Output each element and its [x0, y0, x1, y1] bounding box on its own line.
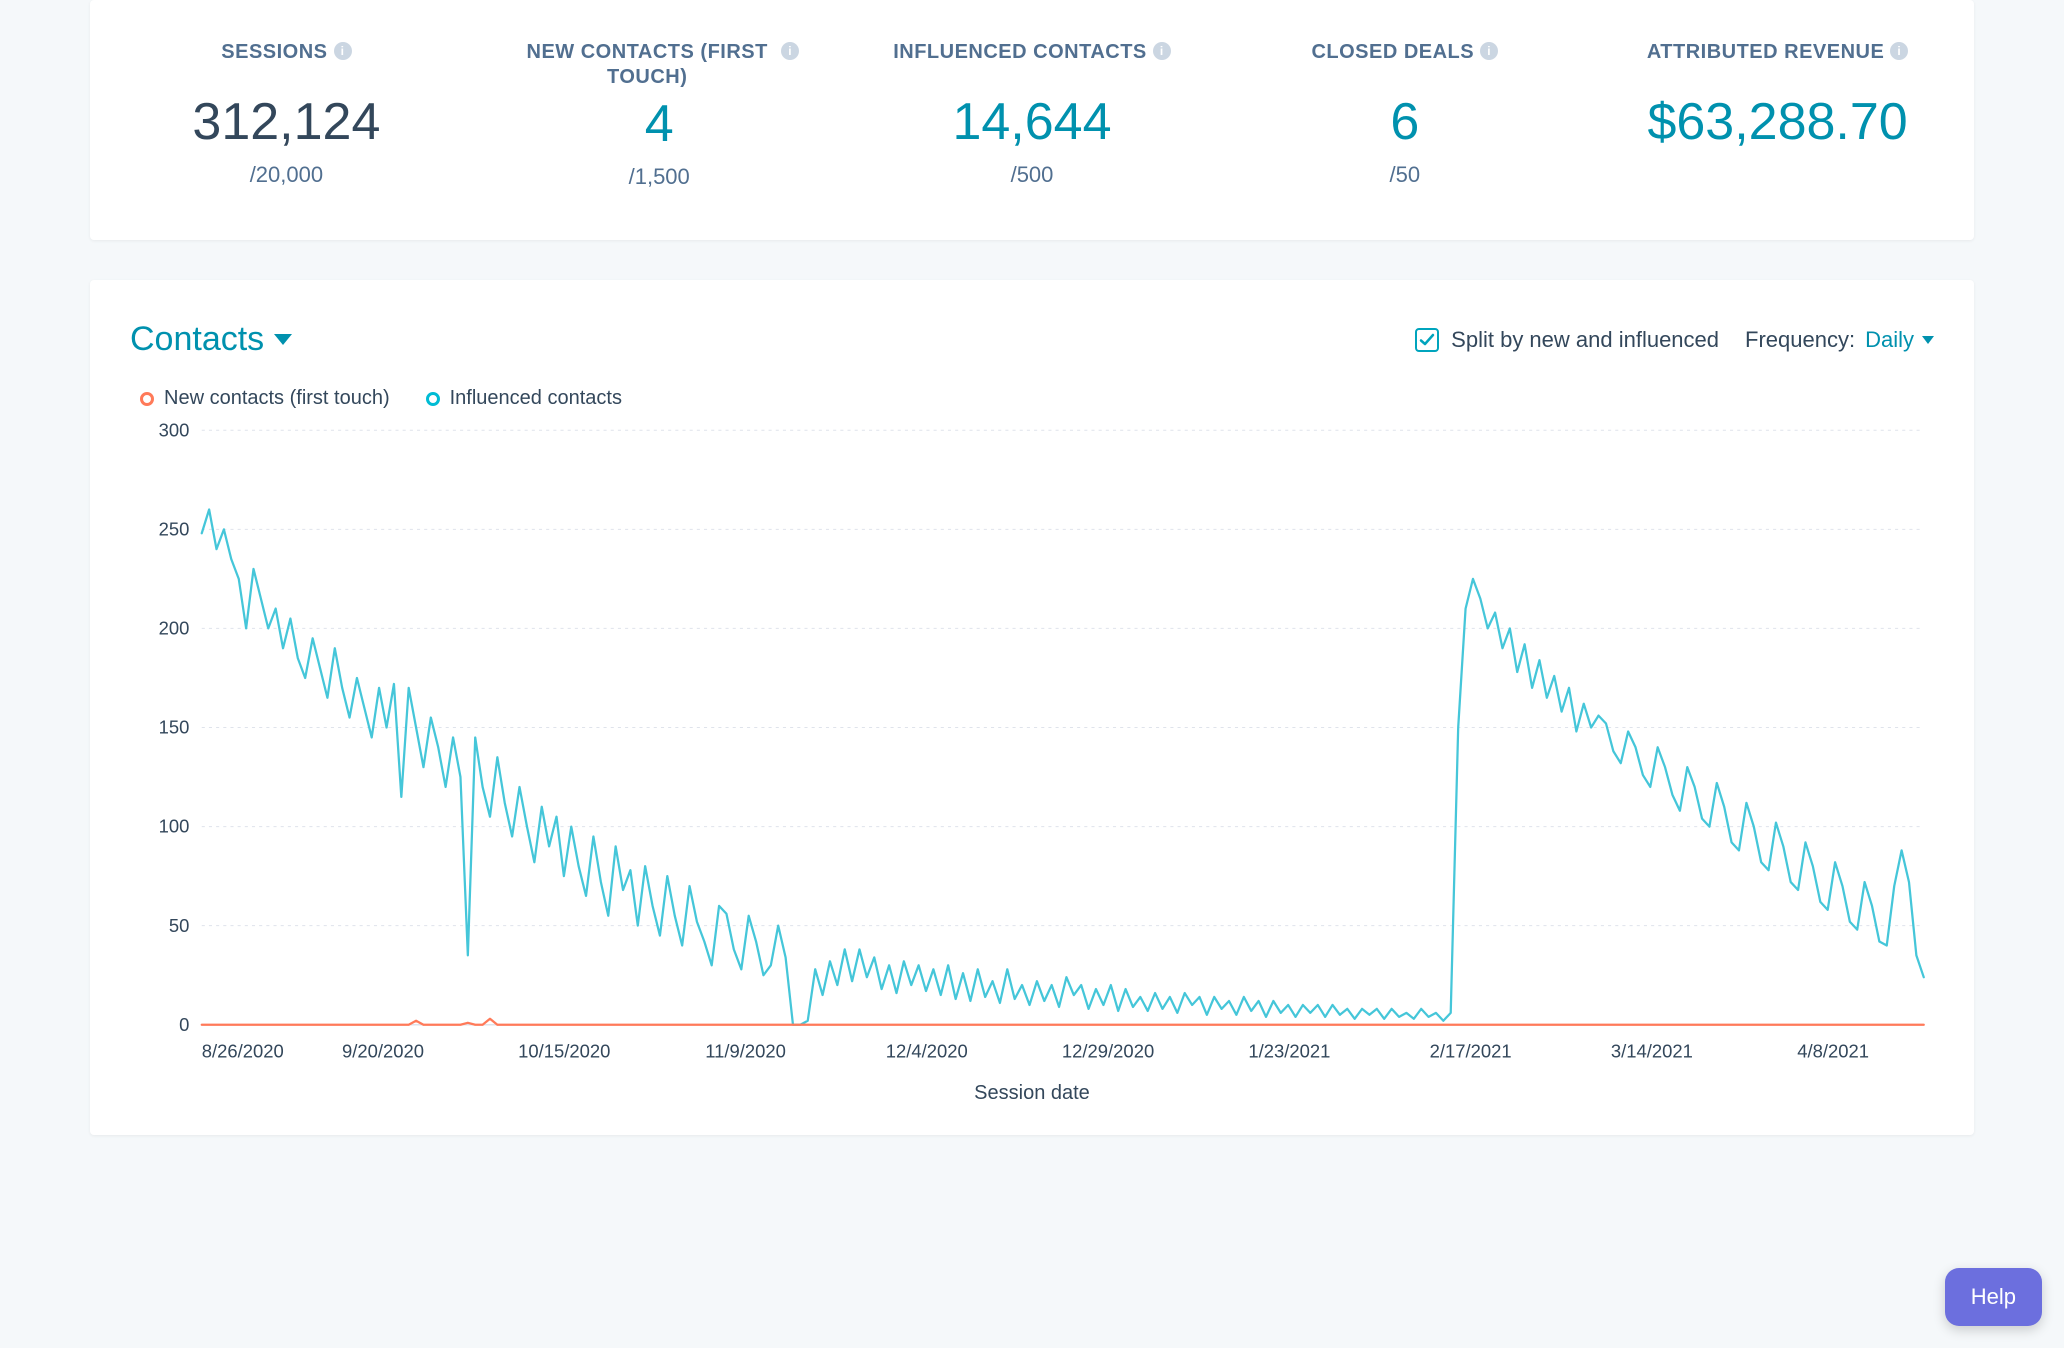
svg-text:200: 200	[159, 618, 190, 639]
kpi-goal: /1,500	[483, 164, 836, 190]
frequency-dropdown[interactable]: Daily	[1865, 327, 1934, 353]
chart-controls: Split by new and influenced Frequency: D…	[1415, 327, 1934, 353]
split-checkbox[interactable]: Split by new and influenced	[1415, 327, 1719, 353]
checkbox-icon	[1415, 328, 1439, 352]
split-label: Split by new and influenced	[1451, 327, 1719, 353]
kpi-label: NEW CONTACTS (FIRST TOUCH) i	[519, 40, 799, 90]
kpi-value: 4	[483, 98, 836, 150]
metric-dropdown[interactable]: Contacts	[130, 320, 292, 359]
svg-text:12/29/2020: 12/29/2020	[1062, 1041, 1154, 1062]
kpi-sessions: SESSIONS i 312,124 /20,000	[100, 40, 473, 190]
svg-text:8/26/2020: 8/26/2020	[202, 1041, 284, 1062]
chart-header: Contacts Split by new and influenced Fre…	[130, 320, 1934, 359]
kpi-influenced: INFLUENCED CONTACTS i 14,644 /500	[846, 40, 1219, 190]
svg-text:100: 100	[159, 816, 190, 837]
kpi-label-text: NEW CONTACTS (FIRST TOUCH)	[519, 40, 775, 90]
svg-text:50: 50	[169, 915, 190, 936]
svg-text:11/9/2020: 11/9/2020	[705, 1041, 786, 1062]
kpi-value: 6	[1228, 96, 1581, 148]
caret-down-icon	[1922, 336, 1934, 344]
kpi-label: ATTRIBUTED REVENUE i	[1601, 40, 1954, 88]
chart-legend: New contacts (first touch) Influenced co…	[140, 387, 1934, 410]
svg-text:0: 0	[179, 1014, 189, 1035]
svg-text:150: 150	[159, 717, 190, 738]
kpi-label: SESSIONS i	[110, 40, 463, 88]
kpi-goal: /500	[856, 162, 1209, 188]
kpi-revenue: ATTRIBUTED REVENUE i $63,288.70	[1591, 40, 1964, 190]
kpi-goal: /20,000	[110, 162, 463, 188]
kpi-label: INFLUENCED CONTACTS i	[856, 40, 1209, 88]
svg-text:2/17/2021: 2/17/2021	[1430, 1041, 1512, 1062]
x-axis-title: Session date	[130, 1082, 1934, 1105]
chart-card: Contacts Split by new and influenced Fre…	[90, 280, 1974, 1135]
legend-swatch-icon	[140, 392, 154, 406]
kpi-label: CLOSED DEALS i	[1228, 40, 1581, 88]
kpi-closed-deals: CLOSED DEALS i 6 /50	[1218, 40, 1591, 190]
info-icon[interactable]: i	[1153, 42, 1171, 60]
frequency-value: Daily	[1865, 327, 1914, 353]
info-icon[interactable]: i	[1480, 42, 1498, 60]
contacts-line-chart: 0 50 100 150 200 250 300 8/26/2020 9/20/2020 10/1…	[130, 420, 1934, 1076]
kpi-label-text: SESSIONS	[221, 40, 327, 65]
frequency-control: Frequency: Daily	[1745, 327, 1934, 353]
svg-text:10/15/2020: 10/15/2020	[518, 1041, 610, 1062]
frequency-label: Frequency:	[1745, 327, 1855, 353]
kpi-label-text: INFLUENCED CONTACTS	[893, 40, 1147, 65]
svg-text:9/20/2020: 9/20/2020	[342, 1041, 424, 1062]
svg-text:300: 300	[159, 420, 190, 440]
help-button[interactable]: Help	[1945, 1268, 2042, 1326]
kpi-value: 14,644	[856, 96, 1209, 148]
metric-label: Contacts	[130, 320, 264, 359]
svg-text:1/23/2021: 1/23/2021	[1248, 1041, 1330, 1062]
kpi-value: $63,288.70	[1601, 96, 1954, 148]
legend-label: Influenced contacts	[450, 387, 622, 410]
legend-item[interactable]: Influenced contacts	[426, 387, 622, 410]
kpi-label-text: CLOSED DEALS	[1311, 40, 1474, 65]
kpi-card: SESSIONS i 312,124 /20,000 NEW CONTACTS …	[90, 0, 1974, 240]
kpi-goal: /50	[1228, 162, 1581, 188]
legend-label: New contacts (first touch)	[164, 387, 390, 410]
caret-down-icon	[274, 334, 292, 345]
kpi-new-contacts: NEW CONTACTS (FIRST TOUCH) i 4 /1,500	[473, 40, 846, 190]
help-label: Help	[1971, 1284, 2016, 1309]
svg-text:3/14/2021: 3/14/2021	[1611, 1041, 1693, 1062]
svg-text:250: 250	[159, 518, 190, 539]
info-icon[interactable]: i	[781, 42, 799, 60]
info-icon[interactable]: i	[334, 42, 352, 60]
kpi-row: SESSIONS i 312,124 /20,000 NEW CONTACTS …	[90, 0, 1974, 240]
info-icon[interactable]: i	[1890, 42, 1908, 60]
kpi-label-text: ATTRIBUTED REVENUE	[1647, 40, 1885, 65]
legend-swatch-icon	[426, 392, 440, 406]
svg-text:4/8/2021: 4/8/2021	[1797, 1041, 1869, 1062]
svg-text:12/4/2020: 12/4/2020	[886, 1041, 968, 1062]
legend-item[interactable]: New contacts (first touch)	[140, 387, 390, 410]
kpi-value: 312,124	[110, 96, 463, 148]
